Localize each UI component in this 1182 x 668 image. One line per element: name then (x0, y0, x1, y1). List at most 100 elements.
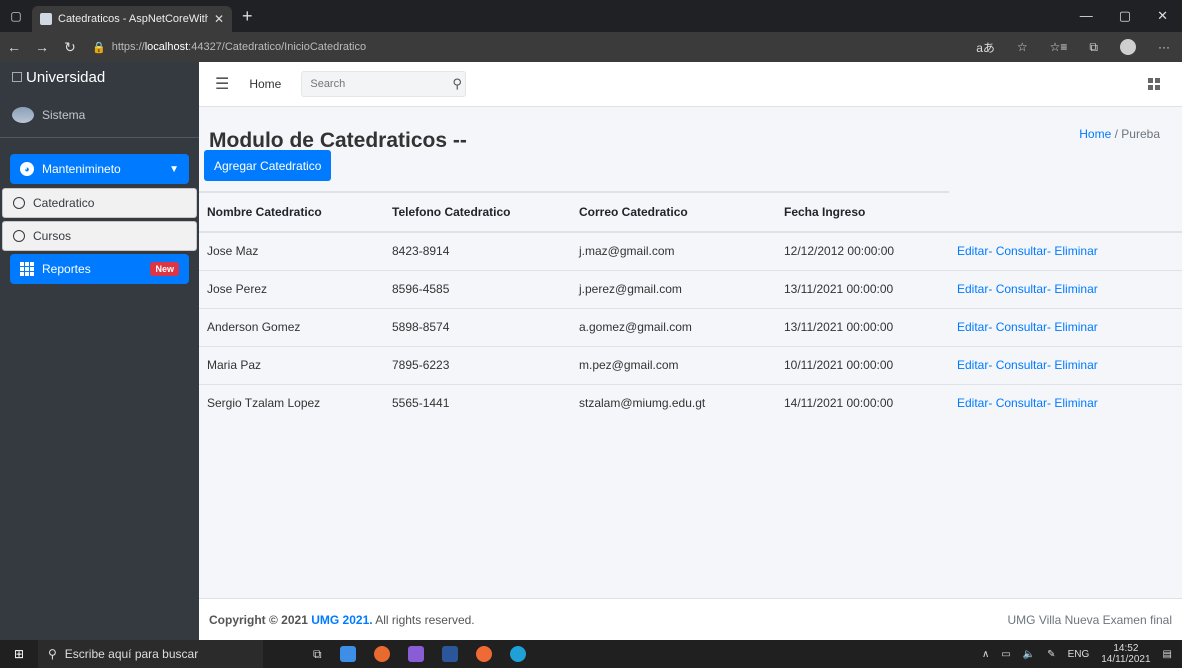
copyright-text: Copyright © 2021 (209, 612, 308, 627)
search-icon[interactable]: ⚲ (452, 76, 462, 92)
sidebar-item-cursos[interactable]: Cursos (2, 221, 197, 251)
editar-link[interactable]: Editar- (957, 282, 992, 296)
brand-text: Universidad (26, 68, 106, 86)
user-panel[interactable]: Sistema (0, 92, 199, 138)
forward-icon[interactable]: → (28, 39, 56, 55)
browser-tab[interactable]: Catedraticos - AspNetCoreWith/ ✕ (32, 6, 232, 32)
maximize-icon[interactable]: ▢ (1119, 8, 1131, 24)
read-aloud-icon[interactable]: aあ (976, 39, 995, 56)
apps-grid-icon[interactable] (1148, 78, 1160, 90)
lock-icon: 🔒 (92, 41, 106, 54)
task-view-icon[interactable]: ⧉ (313, 647, 322, 662)
nav-home-link[interactable]: Home (249, 77, 281, 91)
visual-studio-icon[interactable] (407, 646, 424, 662)
breadcrumb-home-link[interactable]: Home (1079, 127, 1111, 141)
cell-fecha: 10/11/2021 00:00:00 (776, 346, 949, 385)
postman-icon[interactable] (475, 646, 492, 662)
sidebar-item-mantenimiento[interactable]: ◕ Mantenimineto ▼ (10, 154, 189, 184)
page-footer: Copyright © 2021 UMG 2021. All rights re… (199, 598, 1182, 640)
eliminar-link[interactable]: Eliminar (1054, 282, 1097, 296)
search-input[interactable] (310, 78, 453, 90)
catedraticos-table-wrapper: Nombre Catedratico Telefono Catedratico … (199, 191, 1182, 422)
browser-toolbar: aあ ☆ ☆≡ ⧉ ··· (976, 39, 1182, 56)
back-icon[interactable]: ← (0, 39, 28, 55)
cell-telefono: 5565-1441 (392, 396, 450, 411)
footer-brand-link[interactable]: UMG 2021. (311, 613, 372, 627)
sidebar-item-label: Mantenimineto (42, 162, 121, 176)
firefox-icon[interactable] (373, 646, 390, 662)
consultar-link[interactable]: Consultar- (996, 358, 1051, 372)
clock-time: 14:52 (1113, 643, 1139, 654)
cell-nombre: Sergio Tzalam Lopez (207, 396, 321, 411)
clock[interactable]: 14:52 14/11/2021 (1101, 643, 1150, 665)
edge-icon[interactable] (509, 646, 526, 662)
network-icon[interactable]: ▭ (1001, 649, 1010, 660)
refresh-icon[interactable]: ↻ (56, 39, 84, 56)
address-bar: ← → ↻ 🔒 https://localhost:44327/Catedrat… (0, 32, 1182, 62)
profile-icon[interactable] (1120, 39, 1136, 55)
clock-date: 14/11/2021 (1101, 654, 1151, 665)
editar-link[interactable]: Editar- (957, 320, 992, 334)
sidebar-item-label: Reportes (42, 262, 91, 276)
eliminar-link[interactable]: Eliminar (1054, 320, 1097, 334)
cell-fecha: 14/11/2021 00:00:00 (784, 396, 894, 411)
notifications-icon[interactable]: ▤ (1163, 649, 1172, 660)
search-icon: ⚲ (48, 647, 57, 661)
consultar-link[interactable]: Consultar- (996, 396, 1051, 410)
language-indicator[interactable]: ENG (1068, 649, 1090, 660)
table-row: Maria Paz 7895-6223 m.pez@gmail.com 10/1… (199, 346, 1182, 385)
cell-nombre: Jose Perez (199, 270, 384, 309)
favorites-icon[interactable]: ☆≡ (1050, 40, 1068, 54)
volume-icon[interactable]: 🔈 (1023, 649, 1035, 660)
add-catedratico-button[interactable]: Agregar Catedratico (204, 150, 332, 181)
cell-correo: stzalam@miumg.edu.gt (579, 396, 706, 411)
consultar-link[interactable]: Consultar- (996, 244, 1051, 258)
column-header-fecha: Fecha Ingreso (776, 191, 949, 233)
brand-link[interactable]: Universidad (0, 62, 199, 92)
footer-right-text: UMG Villa Nueva Examen final (1007, 612, 1172, 627)
url-field[interactable]: 🔒 https://localhost:44327/Catedratico/In… (92, 41, 366, 54)
minimize-icon[interactable]: — (1080, 8, 1093, 24)
pen-icon[interactable]: ✎ (1047, 649, 1055, 660)
sidebar-item-catedratico[interactable]: Catedratico (2, 188, 197, 218)
windows-start-icon[interactable]: ⊞ (0, 647, 38, 661)
word-icon[interactable] (441, 646, 458, 662)
tray-chevron-icon[interactable]: ∧ (982, 649, 989, 660)
cell-acciones: Editar- Consultar- Eliminar (949, 384, 1182, 422)
taskbar-search[interactable]: ⚲ Escribe aquí para buscar (38, 640, 263, 668)
cell-fecha: 13/11/2021 00:00:00 (776, 270, 949, 309)
editar-link[interactable]: Editar- (957, 396, 992, 410)
eliminar-link[interactable]: Eliminar (1054, 396, 1097, 410)
sidebar-menu: ◕ Mantenimineto ▼ Catedratico Cursos Rep… (0, 138, 199, 284)
os-taskbar: ⊞ ⚲ Escribe aquí para buscar ⧉ ∧ ▭ 🔈 ✎ E… (0, 640, 1182, 668)
file-explorer-icon[interactable] (339, 646, 356, 662)
close-window-icon[interactable]: ✕ (1157, 8, 1168, 24)
new-tab-icon[interactable]: + (242, 6, 253, 27)
new-badge: New (150, 262, 179, 276)
navbar-search: ⚲ (301, 71, 467, 97)
editar-link[interactable]: Editar- (957, 358, 992, 372)
editar-link[interactable]: Editar- (957, 244, 992, 258)
consultar-link[interactable]: Consultar- (996, 320, 1051, 334)
close-tab-icon[interactable]: ✕ (214, 12, 224, 26)
cell-correo: a.gomez@gmail.com (571, 308, 776, 347)
consultar-link[interactable]: Consultar- (996, 282, 1051, 296)
collections-icon[interactable]: ⧉ (1089, 40, 1098, 55)
taskbar-search-placeholder: Escribe aquí para buscar (64, 647, 199, 661)
top-navbar: ☰ Home ⚲ (199, 62, 1182, 107)
url-path: :44327/Catedratico/InicioCatedratico (188, 41, 367, 53)
cell-telefono: 5898-8574 (384, 308, 571, 347)
cell-nombre: Anderson Gomez (199, 308, 384, 347)
sidebar-item-reportes[interactable]: Reportes New (10, 254, 189, 284)
add-favorite-icon[interactable]: ☆ (1017, 40, 1028, 54)
sidebar-item-label: Cursos (33, 229, 72, 243)
table-row: Sergio Tzalam Lopez 5565-1441 stzalam@mi… (199, 384, 1182, 422)
tab-actions-icon[interactable]: ▢ (0, 0, 32, 32)
eliminar-link[interactable]: Eliminar (1054, 244, 1097, 258)
hamburger-menu-icon[interactable]: ☰ (215, 74, 229, 94)
column-header-acciones (949, 192, 1182, 233)
cell-correo: j.perez@gmail.com (571, 270, 776, 309)
rights-text: All rights reserved. (375, 612, 475, 627)
eliminar-link[interactable]: Eliminar (1054, 358, 1097, 372)
more-icon[interactable]: ··· (1158, 40, 1170, 54)
